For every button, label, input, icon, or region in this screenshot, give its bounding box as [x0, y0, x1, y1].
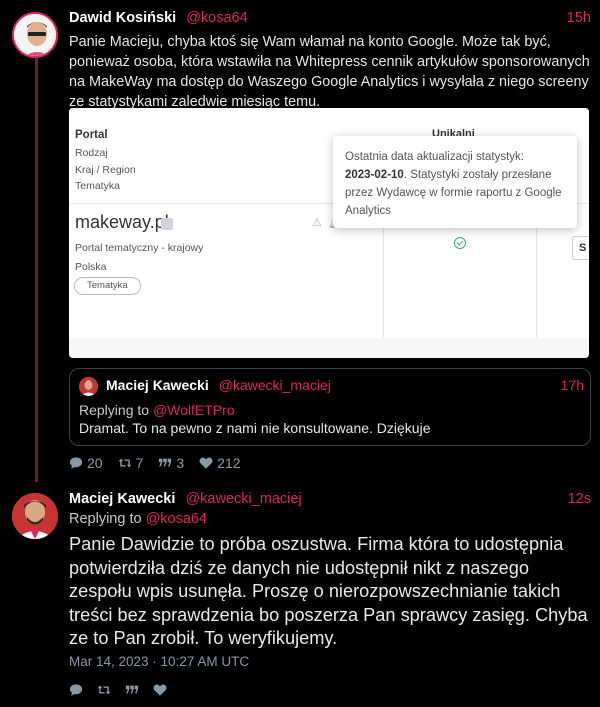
tweet-date[interactable]: Mar 14, 2023 · 10:27 AM UTC: [69, 654, 249, 669]
quoted-replying: Replying to @WolfETPro: [79, 402, 235, 418]
header-kraj: Kraj / Region: [75, 164, 136, 176]
tooltip-date: 2023-02-10: [345, 169, 404, 181]
replying-to-link[interactable]: @kosa64: [146, 511, 207, 527]
tweet-text: Panie Dawidzie to próba oszustwa. Firma …: [69, 534, 588, 648]
retweet-count: 7: [135, 455, 144, 471]
quote-count: 3: [176, 455, 185, 471]
replying-label: Replying to: [79, 402, 150, 418]
author-name[interactable]: Dawid Kosiński: [69, 10, 176, 26]
header-rodzaj: Rodzaj: [75, 147, 108, 159]
tweet-header: Maciej Kawecki @kawecki_maciej 12s: [69, 491, 591, 507]
tweet-actions: [69, 682, 167, 698]
check-icon: [454, 237, 466, 249]
heart-icon: [199, 457, 213, 469]
retweet-icon: [118, 458, 132, 468]
site-country: Polska: [75, 261, 107, 273]
retweet-icon[interactable]: [97, 683, 111, 697]
reply-icon[interactable]: [69, 683, 83, 697]
quoted-header: Maciej Kawecki @kawecki_maciej 17h: [106, 377, 584, 393]
reply-count: 20: [87, 455, 103, 471]
quote-stat[interactable]: 3: [158, 455, 184, 471]
site-type: Portal tematyczny - krajowy: [75, 242, 204, 254]
tweet-time[interactable]: 15h: [567, 10, 591, 26]
tweet-header: Dawid Kosiński @kosa64 15h: [69, 10, 591, 30]
tooltip-line: Ostatnia data aktualizacji statystyk:: [345, 151, 524, 163]
retweet-stat[interactable]: 7: [118, 455, 144, 471]
quoted-avatar: [79, 377, 98, 396]
like-stat[interactable]: 212: [199, 455, 241, 471]
avatar-image: [14, 14, 56, 56]
tweet-image[interactable]: Portal Rodzaj Kraj / Region Tematyka Uni…: [69, 108, 589, 358]
select-button: S: [572, 236, 589, 260]
author-name[interactable]: Maciej Kawecki: [69, 491, 175, 507]
tweet-text: Panie Macieju, chyba ktoś się Wam włamał…: [69, 34, 590, 110]
avatar[interactable]: [12, 12, 58, 58]
author-handle[interactable]: @kawecki_maciej: [185, 491, 301, 507]
quoted-time: 17h: [560, 377, 584, 393]
quoted-tweet[interactable]: Maciej Kawecki @kawecki_maciej 17h Reply…: [69, 368, 591, 446]
external-link-icon: [161, 218, 173, 230]
avatar-image: [79, 377, 98, 396]
reply-stat[interactable]: 20: [69, 455, 103, 471]
warning-icon: ⚠: [312, 217, 322, 229]
table-footer: [69, 338, 589, 358]
replying-to-link[interactable]: @WolfETPro: [153, 402, 235, 418]
tweet-time[interactable]: 12s: [568, 491, 591, 507]
quoted-author-handle: @kawecki_maciej: [218, 377, 331, 393]
like-count: 212: [217, 455, 241, 471]
quote-icon: [159, 458, 172, 467]
tweet-stats: 20 7 3 212: [69, 454, 241, 472]
tag-badge: Tematyka: [74, 277, 141, 295]
header-tematyka: Tematyka: [75, 180, 120, 192]
tooltip: Ostatnia data aktualizacji statystyk: 20…: [333, 136, 577, 228]
avatar-image: [12, 493, 58, 539]
quoted-text: Dramat. To na pewno z nami nie konsultow…: [79, 420, 431, 436]
thread-line: [35, 58, 38, 482]
quote-icon[interactable]: [125, 683, 139, 697]
avatar[interactable]: [12, 493, 58, 539]
reply-icon: [69, 457, 83, 469]
heart-icon[interactable]: [153, 683, 167, 697]
header-portal: Portal: [75, 129, 108, 141]
replying-to: Replying to @kosa64: [69, 511, 207, 527]
site-name: makeway.pl: [75, 212, 169, 232]
quoted-author-name: Maciej Kawecki: [106, 377, 209, 393]
replying-label: Replying to: [69, 511, 142, 527]
author-handle[interactable]: @kosa64: [186, 10, 247, 26]
